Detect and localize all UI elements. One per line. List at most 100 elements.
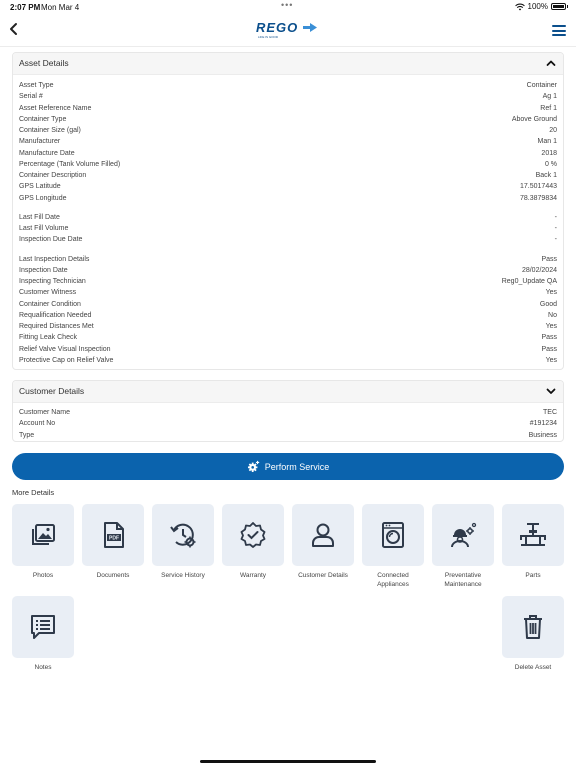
logo-tagline: LIFE IS GOOD bbox=[258, 35, 279, 39]
detail-label: Type bbox=[19, 431, 35, 439]
detail-label: Requalification Needed bbox=[19, 311, 92, 319]
detail-row: Container Size (gal) 20 bbox=[19, 125, 557, 136]
tile-label-documents: Documents bbox=[96, 572, 130, 579]
tile-documents[interactable]: PDF Documents bbox=[82, 504, 144, 580]
detail-row: Account No #191234 bbox=[19, 418, 557, 429]
detail-value: TEC bbox=[543, 409, 557, 417]
detail-row: Fitting Leak Check Pass bbox=[19, 332, 557, 343]
detail-row: Container Condition Good bbox=[19, 299, 557, 310]
detail-row: Inspection Date 28/02/2024 bbox=[19, 265, 557, 276]
warranty-badge-icon bbox=[240, 522, 266, 548]
detail-value: - bbox=[554, 213, 557, 221]
detail-label: Manufacture Date bbox=[19, 149, 75, 157]
detail-label: Required Distances Met bbox=[19, 323, 94, 331]
detail-value: 2018 bbox=[541, 149, 557, 157]
tile-service-history[interactable]: Service History bbox=[152, 504, 214, 580]
person-icon bbox=[312, 523, 334, 547]
history-gear-icon bbox=[170, 523, 196, 548]
detail-label: Asset Type bbox=[19, 82, 54, 90]
back-button[interactable] bbox=[8, 22, 24, 38]
multitasking-dots[interactable]: ••• bbox=[281, 0, 293, 10]
notes-icon bbox=[31, 615, 55, 639]
detail-label: Inspection Date bbox=[19, 266, 68, 274]
perform-service-button[interactable]: Perform Service bbox=[12, 453, 564, 480]
tile-delete-asset[interactable]: Delete Asset bbox=[502, 596, 564, 672]
detail-value: Pass bbox=[541, 345, 557, 353]
detail-row: Requalification Needed No bbox=[19, 310, 557, 321]
tile-label-preventative-maintenance: Preventative Maintenance bbox=[444, 572, 482, 588]
detail-value: #191234 bbox=[529, 420, 557, 428]
tile-label-photos: Photos bbox=[32, 572, 54, 579]
detail-row: Required Distances Met Yes bbox=[19, 321, 557, 332]
detail-row: Container Description Back 1 bbox=[19, 170, 557, 181]
chevron-left-icon bbox=[10, 23, 17, 35]
tile-parts[interactable]: Parts bbox=[502, 504, 564, 580]
detail-label: Fitting Leak Check bbox=[19, 334, 77, 342]
tile-label-delete-asset: Delete Asset bbox=[514, 664, 552, 671]
detail-value: Business bbox=[528, 431, 557, 439]
pipe-valve-icon bbox=[520, 523, 546, 546]
detail-value: Pass bbox=[541, 334, 557, 342]
detail-row: Inspection Due Date - bbox=[19, 234, 557, 245]
detail-row: Last Inspection Details Pass bbox=[19, 254, 557, 265]
tile-warranty[interactable]: Warranty bbox=[222, 504, 284, 580]
detail-label: Last Fill Volume bbox=[19, 225, 69, 233]
detail-value: 17.5017443 bbox=[520, 183, 557, 191]
tile-label-parts: Parts bbox=[525, 572, 541, 579]
trash-icon bbox=[524, 615, 542, 639]
detail-value: No bbox=[548, 311, 557, 319]
detail-row: Percentage (Tank Volume Filled) 0 % bbox=[19, 159, 557, 170]
status-date: Mon Mar 4 bbox=[41, 3, 80, 12]
detail-label: Customer Witness bbox=[19, 289, 77, 297]
detail-label: Inspecting Technician bbox=[19, 278, 86, 286]
asset-details-card: Asset Details Asset Type Container Serial … bbox=[12, 52, 564, 370]
tile-connected-appliances[interactable]: Connected Appliances bbox=[362, 504, 424, 589]
detail-label: Asset Reference Name bbox=[19, 104, 92, 112]
chevron-down-icon[interactable] bbox=[545, 385, 557, 397]
detail-value: 28/02/2024 bbox=[521, 266, 557, 274]
detail-row: GPS Longitude 78.3879834 bbox=[19, 193, 557, 204]
detail-row: Manufacture Date 2018 bbox=[19, 148, 557, 159]
detail-label: Protective Cap on Relief Valve bbox=[19, 356, 114, 364]
detail-row: Manufacturer Man 1 bbox=[19, 136, 557, 147]
hamburger-menu-button[interactable] bbox=[552, 25, 566, 36]
detail-value: Pass bbox=[541, 255, 557, 263]
asset-details-title: Asset Details bbox=[19, 58, 69, 68]
detail-value: Yes bbox=[545, 323, 557, 331]
detail-value: - bbox=[554, 225, 557, 233]
top-navigation: REGO LIFE IS GOOD bbox=[0, 16, 576, 46]
detail-value: Above Ground bbox=[511, 115, 557, 123]
tile-preventative-maintenance[interactable]: Preventative Maintenance bbox=[432, 504, 494, 589]
detail-row: Type Business bbox=[19, 430, 557, 441]
chevron-up-icon[interactable] bbox=[545, 57, 557, 69]
asset-details-header[interactable]: Asset Details bbox=[13, 53, 563, 75]
home-indicator[interactable] bbox=[200, 760, 376, 763]
detail-value: Container bbox=[526, 82, 557, 90]
detail-row: Asset Type Container bbox=[19, 80, 557, 91]
tile-label-notes: Notes bbox=[34, 664, 52, 671]
detail-label: Container Size (gal) bbox=[19, 127, 81, 135]
detail-value: 78.3879834 bbox=[520, 194, 557, 202]
worker-gears-icon bbox=[451, 522, 477, 548]
tile-customer-details[interactable]: Customer Details bbox=[292, 504, 354, 580]
detail-value: 0 % bbox=[544, 160, 557, 168]
detail-value: Back 1 bbox=[535, 172, 557, 180]
detail-value: Man 1 bbox=[537, 138, 557, 146]
customer-details-title: Customer Details bbox=[19, 386, 85, 396]
detail-row: Protective Cap on Relief Valve Yes bbox=[19, 355, 557, 366]
tile-photos[interactable]: Photos bbox=[12, 504, 74, 580]
detail-row: Container Type Above Ground bbox=[19, 114, 557, 125]
detail-label: GPS Latitude bbox=[19, 183, 61, 191]
detail-value: Good bbox=[539, 300, 557, 308]
photos-icon bbox=[32, 524, 55, 545]
battery-percent: 100% bbox=[527, 2, 548, 11]
customer-details-header[interactable]: Customer Details bbox=[13, 381, 563, 403]
detail-label: Relief Valve Visual Inspection bbox=[19, 345, 111, 353]
detail-value: - bbox=[554, 236, 557, 244]
detail-value: Yes bbox=[545, 289, 557, 297]
tile-notes[interactable]: Notes bbox=[12, 596, 74, 672]
customer-details-card: Customer Details Customer Name TEC Account… bbox=[12, 380, 564, 442]
customer-details-rows: Customer Name TEC Account No #191234 Type Bus… bbox=[13, 403, 563, 441]
detail-label: Serial # bbox=[19, 93, 43, 101]
detail-row: Customer Witness Yes bbox=[19, 287, 557, 298]
